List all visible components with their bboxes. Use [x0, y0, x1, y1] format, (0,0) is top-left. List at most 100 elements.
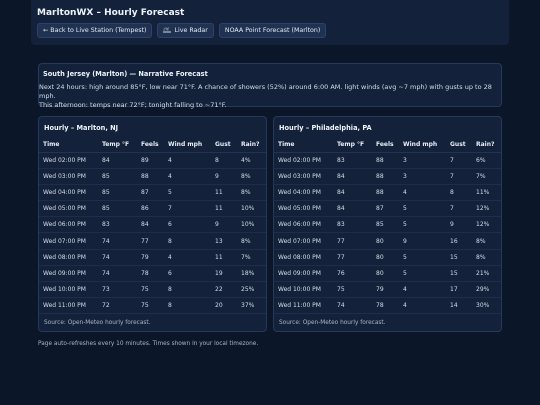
column-header-time: Time	[39, 138, 98, 153]
table-row: Wed 10:00 PM 73 75 8 22 25%	[39, 281, 266, 299]
cell-gust: 9	[211, 168, 237, 185]
cell-time: Wed 09:00 PM	[274, 265, 333, 283]
cell-gust: 9	[446, 216, 472, 234]
table-row: Wed 10:00 PM 75 79 4 17 29%	[274, 281, 501, 299]
cell-wind: 4	[164, 168, 211, 185]
cell-gust: 15	[446, 265, 472, 283]
cell-rain: 7%	[472, 168, 501, 185]
table-row: Wed 03:00 PM 85 88 4 9 8%	[39, 168, 266, 185]
cell-temp: 72	[98, 297, 137, 315]
cell-gust: 14	[446, 297, 472, 315]
cell-time: Wed 11:00 PM	[274, 297, 333, 315]
radar-icon	[163, 26, 172, 35]
cell-time: Wed 06:00 PM	[39, 216, 98, 234]
cell-time: Wed 08:00 PM	[39, 249, 98, 266]
noaa-point-forecast-button[interactable]: NOAA Point Forecast (Marlton)	[218, 23, 327, 38]
cell-rain: 11%	[472, 184, 501, 202]
table-row: Wed 02:00 PM 84 89 4 8 4%	[39, 152, 266, 169]
cell-rain: 8%	[472, 249, 501, 266]
hourly-table: Time Temp °F Feels Wind mph Gust Rain? W…	[274, 138, 501, 315]
cell-rain: 8%	[237, 168, 266, 185]
cell-feels: 88	[137, 168, 164, 185]
narrative-line-1: Next 24 hours: high around 85°F, low nea…	[39, 83, 492, 100]
cell-time: Wed 07:00 PM	[274, 232, 333, 250]
hourly-card-philadelphia: Hourly – Philadelphia, PA Time Temp °F F…	[273, 116, 502, 332]
column-header-wind: Wind mph	[164, 138, 211, 153]
cell-feels: 86	[137, 200, 164, 218]
cell-temp: 73	[98, 281, 137, 299]
cell-time: Wed 06:00 PM	[274, 216, 333, 234]
cell-time: Wed 03:00 PM	[39, 168, 98, 185]
cell-gust: 15	[446, 249, 472, 266]
cell-feels: 84	[137, 216, 164, 234]
cell-gust: 8	[211, 152, 237, 169]
cell-temp: 74	[98, 265, 137, 283]
cell-feels: 88	[372, 152, 399, 169]
cell-wind: 8	[164, 232, 211, 250]
column-header-rain: Rain?	[237, 138, 266, 153]
cell-feels: 80	[372, 265, 399, 283]
cell-time: Wed 02:00 PM	[274, 152, 333, 169]
cell-rain: 6%	[472, 152, 501, 169]
table-row: Wed 08:00 PM 74 79 4 11 7%	[39, 249, 266, 266]
cell-wind: 4	[164, 249, 211, 266]
cell-time: Wed 09:00 PM	[39, 265, 98, 283]
source-note: Source: Open-Meteo hourly forecast.	[44, 320, 151, 326]
cell-feels: 75	[137, 281, 164, 299]
cell-gust: 11	[211, 249, 237, 266]
cell-time: Wed 07:00 PM	[39, 232, 98, 250]
table-row: Wed 05:00 PM 85 86 7 11 10%	[39, 200, 266, 218]
cell-temp: 84	[333, 184, 372, 202]
cell-gust: 22	[211, 281, 237, 299]
cell-temp: 75	[333, 281, 372, 299]
cell-feels: 79	[137, 249, 164, 266]
table-row: Wed 06:00 PM 83 84 6 9 10%	[39, 216, 266, 234]
cell-wind: 6	[164, 265, 211, 283]
table-row: Wed 03:00 PM 84 88 3 7 7%	[274, 168, 501, 185]
cell-gust: 13	[211, 232, 237, 250]
cell-rain: 10%	[237, 200, 266, 218]
cell-time: Wed 11:00 PM	[39, 297, 98, 315]
cell-feels: 89	[137, 152, 164, 169]
column-header-time: Time	[274, 138, 333, 153]
cell-feels: 88	[372, 184, 399, 202]
cell-temp: 85	[98, 200, 137, 218]
narrative-line-2: This afternoon: temps near 72°F; tonight…	[39, 101, 227, 109]
cell-gust: 16	[446, 232, 472, 250]
cell-wind: 6	[164, 216, 211, 234]
cell-gust: 19	[211, 265, 237, 283]
cell-gust: 11	[211, 200, 237, 218]
cell-rain: 4%	[237, 152, 266, 169]
cell-gust: 8	[446, 184, 472, 202]
cell-wind: 8	[164, 281, 211, 299]
hourly-title: Hourly – Marlton, NJ	[44, 124, 119, 132]
page-title: MarltonWX – Hourly Forecast	[37, 8, 185, 18]
table-row: Wed 05:00 PM 84 87 5 7 12%	[274, 200, 501, 218]
cell-time: Wed 10:00 PM	[39, 281, 98, 299]
cell-temp: 77	[333, 232, 372, 250]
cell-gust: 7	[446, 168, 472, 185]
cell-gust: 9	[211, 216, 237, 234]
table-row: Wed 02:00 PM 83 88 3 7 6%	[274, 152, 501, 169]
cell-wind: 4	[164, 152, 211, 169]
cell-temp: 74	[98, 249, 137, 266]
column-header-feels: Feels	[137, 138, 164, 153]
cell-time: Wed 05:00 PM	[39, 200, 98, 218]
cell-temp: 74	[333, 297, 372, 315]
back-to-live-station-label: ← Back to Live Station (Tempest)	[43, 27, 147, 34]
column-header-rain: Rain?	[472, 138, 501, 153]
cell-rain: 7%	[237, 249, 266, 266]
live-radar-button[interactable]: Live Radar	[157, 23, 214, 38]
cell-time: Wed 05:00 PM	[274, 200, 333, 218]
cell-rain: 8%	[237, 184, 266, 202]
cell-rain: 8%	[237, 232, 266, 250]
table-row: Wed 06:00 PM 83 85 5 9 12%	[274, 216, 501, 234]
cell-temp: 84	[333, 200, 372, 218]
cell-feels: 77	[137, 232, 164, 250]
table-row: Wed 08:00 PM 77 80 5 15 8%	[274, 249, 501, 266]
cell-wind: 5	[164, 184, 211, 202]
back-to-live-station-button[interactable]: ← Back to Live Station (Tempest)	[37, 23, 153, 38]
cell-time: Wed 04:00 PM	[39, 184, 98, 202]
cell-wind: 4	[399, 297, 446, 315]
hourly-title: Hourly – Philadelphia, PA	[279, 124, 372, 132]
